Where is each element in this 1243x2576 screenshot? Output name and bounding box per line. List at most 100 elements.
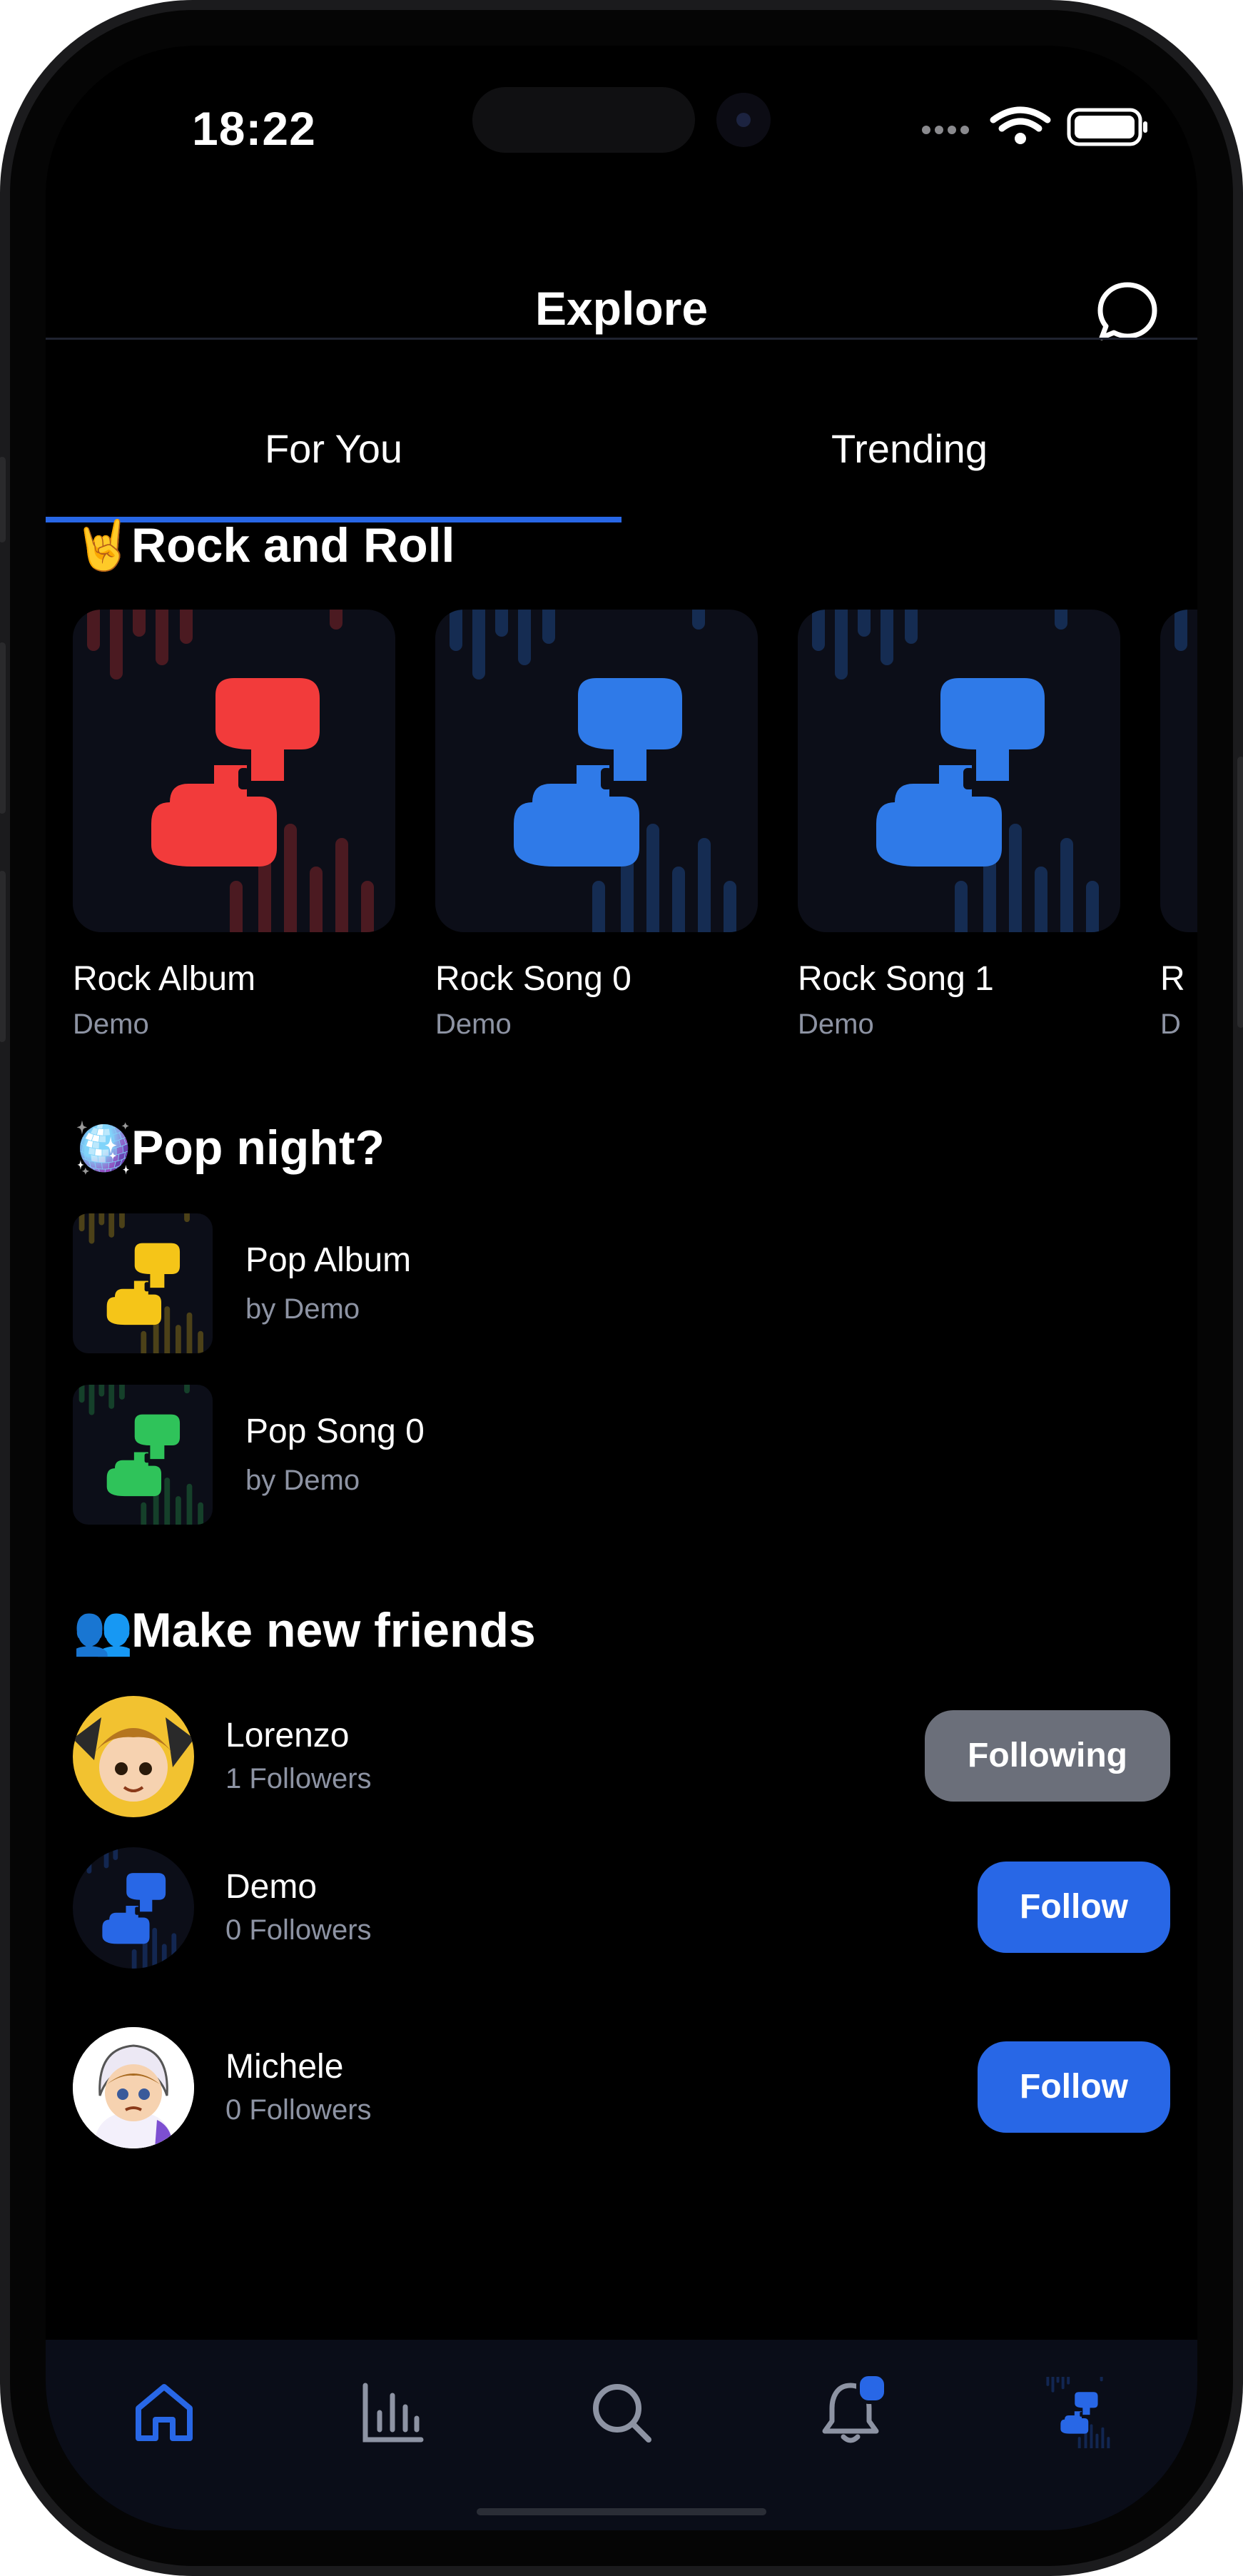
tab-for-you[interactable]: For You — [46, 425, 622, 472]
waveform-bar — [175, 1496, 181, 1525]
waveform-bar — [672, 867, 685, 932]
waveform-bar — [1056, 2377, 1060, 2383]
waveform-bar — [133, 610, 146, 637]
waveform-bar — [592, 881, 605, 932]
waveform-bar — [450, 610, 462, 651]
media-card[interactable]: Rock Album Demo — [73, 610, 395, 1041]
phone-frame: 18:22 Explore For You Trending 🤘Rock and… — [0, 0, 1243, 2576]
waveform-bar — [175, 1325, 181, 1353]
wifi-icon — [990, 106, 1051, 132]
waveform-bar — [495, 610, 508, 637]
avatar-illustration — [73, 1696, 194, 1817]
waveform-bar — [131, 1949, 137, 1969]
avatar-logo — [78, 1847, 186, 1969]
waveform-bar — [108, 1213, 115, 1238]
waveform-bar — [1009, 824, 1022, 932]
stats-icon[interactable] — [357, 2377, 428, 2448]
waveform-bar — [835, 610, 848, 680]
waveform-bar — [186, 1483, 193, 1525]
following-button[interactable]: Following — [925, 1710, 1170, 1802]
profile-logo-icon[interactable] — [1043, 2377, 1115, 2448]
waveform-bar — [1095, 2433, 1099, 2448]
waveform-bar — [164, 1478, 171, 1525]
status-icons — [922, 106, 1147, 146]
volume-up-button — [0, 642, 6, 814]
waveform-bar — [184, 1385, 190, 1394]
waveform-bar — [1101, 2427, 1105, 2448]
waveform-bar — [1174, 610, 1187, 651]
logo-gap — [1080, 2412, 1082, 2417]
media-card[interactable]: Rock Song 0 Demo — [435, 610, 758, 1041]
logo-gap — [144, 1282, 150, 1292]
waveform-bar — [78, 1213, 85, 1232]
user-row[interactable]: Demo 0 Followers Follow — [73, 1847, 1170, 1969]
waveform-bar — [141, 1502, 147, 1525]
waveform-bar — [95, 1847, 101, 1858]
waveform-bar — [1090, 2424, 1093, 2448]
logo-gap — [238, 768, 250, 789]
waveform-bar — [152, 1927, 158, 1969]
waveform-bar — [113, 1847, 118, 1861]
list-item[interactable]: Pop Album by Demo — [73, 1213, 1143, 1353]
waveform-bar — [905, 610, 918, 644]
avatar[interactable] — [73, 1696, 194, 1817]
rock-carousel[interactable]: Rock Album Demo Rock Song 0 Demo Rock So… — [73, 610, 1197, 1095]
logo-gap — [963, 768, 975, 789]
waveform-bar — [1051, 2377, 1055, 2393]
media-card[interactable]: R D — [1160, 610, 1197, 1041]
follower-count: 1 Followers — [225, 1763, 372, 1794]
follower-count: 0 Followers — [225, 2094, 372, 2126]
home-icon[interactable] — [128, 2377, 200, 2448]
waveform-bar — [87, 610, 100, 651]
user-row[interactable]: Michele 0 Followers Follow — [73, 2027, 1170, 2148]
card-title: Rock Song 1 — [798, 960, 994, 998]
user-name: Lorenzo — [225, 1717, 350, 1754]
waveform-bar — [103, 1847, 109, 1869]
waveform-bar — [98, 1385, 105, 1397]
disco-ball-icon: 🪩 — [73, 1121, 133, 1175]
album-thumb — [73, 1385, 213, 1525]
list-item[interactable]: Pop Song 0 by Demo — [73, 1385, 1143, 1525]
bottom-tab-bar — [46, 2340, 1197, 2530]
follow-button[interactable]: Follow — [978, 1862, 1170, 1953]
waveform-bar — [184, 1213, 190, 1223]
album-art — [1160, 610, 1197, 932]
user-name: Michele — [225, 2048, 344, 2086]
card-title: Rock Album — [73, 960, 256, 998]
tab-bar-top: For You Trending — [46, 340, 1197, 525]
avatar-illustration — [73, 2027, 194, 2148]
media-card[interactable]: Rock Song 1 Demo — [798, 610, 1120, 1041]
search-icon[interactable] — [586, 2377, 657, 2448]
card-title: R — [1160, 960, 1185, 998]
waveform-bar — [1060, 838, 1073, 932]
avatar[interactable] — [73, 1847, 194, 1969]
wifi-dot — [1015, 133, 1026, 144]
follow-button[interactable]: Follow — [978, 2041, 1170, 2133]
notification-badge — [856, 2373, 888, 2404]
logo-gap — [601, 768, 612, 789]
rock-hand-icon: 🤘 — [73, 518, 133, 572]
avatar[interactable] — [73, 2027, 194, 2148]
status-time: 18:22 — [192, 102, 316, 155]
waveform-bar — [698, 838, 711, 932]
waveform-bar — [88, 1213, 95, 1244]
waveform-bar — [1055, 610, 1067, 630]
chat-bubble-icon[interactable] — [1093, 278, 1162, 346]
card-subtitle: Demo — [435, 1009, 512, 1040]
waveform-bar — [186, 1312, 193, 1353]
waveform-bar — [284, 824, 297, 932]
waveform-bar — [88, 1385, 95, 1415]
waveform-bar — [1107, 2437, 1110, 2448]
waveform-bar — [181, 1949, 186, 1969]
waveform-bar — [230, 881, 243, 932]
waveform-bar — [335, 838, 348, 932]
user-row[interactable]: Lorenzo 1 Followers Following — [73, 1696, 1170, 1817]
waveform-bar — [1061, 2377, 1065, 2390]
section-title-friends: 👥Make new friends — [73, 1602, 536, 1659]
people-icon: 👥 — [73, 1603, 133, 1657]
waveform-bar — [169, 1847, 175, 1855]
waveform-bar — [1067, 2377, 1070, 2385]
waveform-bar — [141, 1330, 147, 1353]
notifications-tab[interactable] — [815, 2373, 888, 2448]
tab-trending[interactable]: Trending — [622, 425, 1197, 472]
